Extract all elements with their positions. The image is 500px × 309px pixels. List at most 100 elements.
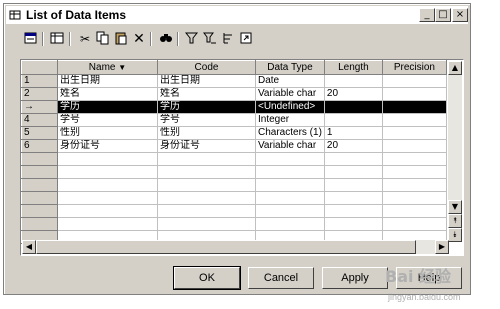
scroll-down-button[interactable]: ▼: [448, 200, 462, 214]
table-row[interactable]: 1 出生日期 出生日期 Date: [21, 74, 447, 88]
cell-length[interactable]: 20: [323, 87, 383, 101]
scroll-up-button[interactable]: ▲: [448, 61, 462, 75]
delete-icon[interactable]: ✕: [130, 31, 148, 47]
cell-name[interactable]: 学号: [57, 113, 158, 127]
dropdown-arrow-icon[interactable]: ▼: [118, 63, 126, 72]
cell-precision[interactable]: [381, 204, 447, 218]
cut-icon[interactable]: ✂: [76, 31, 94, 47]
cell-precision[interactable]: [381, 139, 447, 153]
table-row[interactable]: 6 身份证号 身份证号 Variable char 20: [21, 139, 447, 153]
copy-icon[interactable]: [94, 31, 112, 47]
row-number[interactable]: [21, 152, 58, 166]
cell-length[interactable]: 1: [323, 126, 383, 140]
scroll-page-up-button[interactable]: ⯭: [448, 214, 462, 228]
cell-length[interactable]: [323, 152, 383, 166]
cell-type[interactable]: [255, 165, 325, 179]
row-number[interactable]: 4: [21, 113, 58, 127]
horizontal-scroll-thumb[interactable]: [36, 240, 416, 254]
cell-type[interactable]: Variable char: [255, 87, 325, 101]
filter-clear-icon[interactable]: [201, 31, 219, 47]
scroll-right-button[interactable]: ▶: [435, 240, 449, 254]
cell-length[interactable]: [323, 113, 383, 127]
cell-type[interactable]: Characters (1): [255, 126, 325, 140]
cell-name[interactable]: [57, 191, 158, 205]
cell-name[interactable]: 学历: [57, 100, 158, 114]
export-icon[interactable]: [237, 31, 255, 47]
cell-type[interactable]: [255, 191, 325, 205]
close-button[interactable]: ×: [452, 8, 468, 22]
row-number[interactable]: [21, 191, 58, 205]
table-row[interactable]: → 学历 学历 <Undefined>: [21, 100, 447, 114]
cell-code[interactable]: 身份证号: [157, 139, 256, 153]
cell-length[interactable]: 20: [323, 139, 383, 153]
cell-precision[interactable]: [381, 217, 447, 231]
cell-length[interactable]: [323, 100, 383, 114]
scroll-page-down-button[interactable]: ⯯: [448, 228, 462, 242]
row-number[interactable]: [21, 165, 58, 179]
cell-length[interactable]: [323, 74, 383, 88]
cell-code[interactable]: [157, 165, 256, 179]
empty-row[interactable]: [21, 204, 447, 218]
cell-code[interactable]: 姓名: [157, 87, 256, 101]
empty-row[interactable]: [21, 217, 447, 231]
table-row[interactable]: 5 性别 性别 Characters (1) 1: [21, 126, 447, 140]
cell-code[interactable]: [157, 178, 256, 192]
cell-precision[interactable]: [381, 152, 447, 166]
empty-row[interactable]: [21, 178, 447, 192]
cell-length[interactable]: [323, 178, 383, 192]
scroll-left-button[interactable]: ◀: [22, 240, 36, 254]
row-number[interactable]: [21, 204, 58, 218]
cell-code[interactable]: [157, 152, 256, 166]
ok-button[interactable]: OK: [173, 266, 241, 290]
customize-columns-icon[interactable]: [48, 31, 66, 47]
column-header-length[interactable]: Length: [323, 60, 383, 75]
row-number[interactable]: 5: [21, 126, 58, 140]
find-icon[interactable]: [157, 31, 175, 47]
paste-icon[interactable]: [112, 31, 130, 47]
cell-type[interactable]: [255, 204, 325, 218]
row-number[interactable]: →: [21, 100, 58, 114]
cell-length[interactable]: [323, 204, 383, 218]
cell-type[interactable]: Date: [255, 74, 325, 88]
cell-name[interactable]: [57, 152, 158, 166]
row-number[interactable]: 6: [21, 139, 58, 153]
cell-precision[interactable]: [381, 100, 447, 114]
vertical-scrollbar[interactable]: ▲ ▼ ⯭ ⯯: [448, 61, 462, 242]
cell-code[interactable]: 出生日期: [157, 74, 256, 88]
sort-icon[interactable]: [219, 31, 237, 47]
cell-name[interactable]: [57, 217, 158, 231]
minimize-button[interactable]: _: [419, 8, 435, 22]
cell-type[interactable]: Variable char: [255, 139, 325, 153]
cell-name[interactable]: 性别: [57, 126, 158, 140]
properties-icon[interactable]: [22, 31, 40, 47]
cell-type[interactable]: [255, 152, 325, 166]
empty-row[interactable]: [21, 191, 447, 205]
column-header-precision[interactable]: Precision: [381, 60, 447, 75]
cell-precision[interactable]: [381, 178, 447, 192]
cell-type[interactable]: [255, 178, 325, 192]
cell-precision[interactable]: [381, 74, 447, 88]
table-row[interactable]: 4 学号 学号 Integer: [21, 113, 447, 127]
column-header-code[interactable]: Code: [157, 60, 256, 75]
column-header-data-type[interactable]: Data Type: [255, 60, 325, 75]
cell-precision[interactable]: [381, 165, 447, 179]
cell-type[interactable]: [255, 217, 325, 231]
cell-name[interactable]: 姓名: [57, 87, 158, 101]
cell-code[interactable]: [157, 204, 256, 218]
cell-name[interactable]: [57, 165, 158, 179]
cell-type[interactable]: Integer: [255, 113, 325, 127]
maximize-button[interactable]: □: [435, 8, 451, 22]
apply-button[interactable]: Apply: [322, 267, 388, 289]
row-number[interactable]: [21, 178, 58, 192]
cell-precision[interactable]: [381, 126, 447, 140]
cell-code[interactable]: 学号: [157, 113, 256, 127]
cell-code[interactable]: [157, 191, 256, 205]
cell-length[interactable]: [323, 191, 383, 205]
empty-row[interactable]: [21, 152, 447, 166]
cell-code[interactable]: 学历: [157, 100, 256, 114]
cell-length[interactable]: [323, 217, 383, 231]
row-number[interactable]: 2: [21, 87, 58, 101]
cell-precision[interactable]: [381, 113, 447, 127]
row-number[interactable]: 1: [21, 74, 58, 88]
cell-name[interactable]: 出生日期: [57, 74, 158, 88]
